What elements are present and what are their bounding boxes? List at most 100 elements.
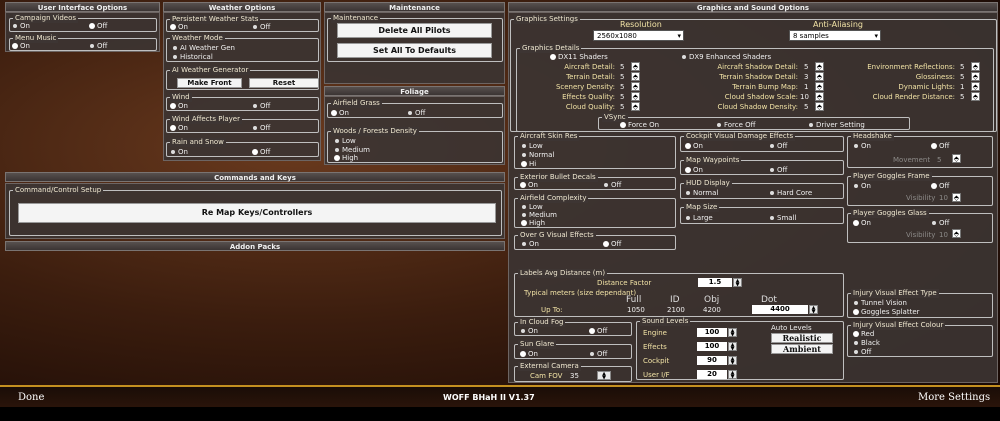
effects-volume-input[interactable]: 100: [697, 342, 727, 351]
injury-colour-red[interactable]: Red: [854, 330, 874, 338]
airfield-grass-on[interactable]: On: [332, 109, 349, 117]
env-reflections-adjust[interactable]: ⬘: [971, 62, 980, 71]
cloud-quality-adjust[interactable]: ⬘: [631, 102, 640, 111]
map-size-large[interactable]: Large: [686, 214, 713, 222]
engine-volume-spinner[interactable]: ▲ ▼: [728, 328, 737, 338]
exterior-decals-on[interactable]: On: [521, 181, 538, 189]
complexity-medium[interactable]: Medium: [522, 211, 557, 219]
complexity-high[interactable]: High: [522, 219, 545, 227]
aircraft-detail-adjust[interactable]: ⬘: [631, 62, 640, 71]
engine-volume-input[interactable]: 100: [697, 328, 727, 337]
woods-density-group: Woods / Forests Density Low Medium High: [327, 127, 503, 163]
wind-on[interactable]: On: [171, 102, 188, 110]
exterior-decals-off[interactable]: Off: [604, 181, 621, 189]
waypoints-off[interactable]: Off: [770, 166, 787, 174]
cockpit-damage-off[interactable]: Off: [770, 142, 787, 150]
glossiness-adjust[interactable]: ⬘: [971, 72, 980, 81]
injury-colour-off[interactable]: Off: [854, 348, 871, 356]
airfield-grass-off[interactable]: Off: [408, 109, 425, 117]
realistic-button[interactable]: Realistic: [771, 333, 833, 343]
weather-mode-historical[interactable]: Historical: [173, 53, 213, 61]
goggles-frame-visibility-adjust[interactable]: ⬘: [952, 193, 961, 202]
injury-colour-black[interactable]: Black: [854, 339, 880, 347]
skin-res-normal[interactable]: Normal: [522, 151, 554, 159]
user-if-volume-spinner[interactable]: ▲ ▼: [728, 370, 737, 380]
vsync-force-off[interactable]: Force Off: [717, 121, 756, 129]
ambient-button[interactable]: Ambient: [771, 344, 833, 354]
injury-goggles-splatter[interactable]: Goggles Splatter: [854, 308, 920, 316]
woods-low[interactable]: Low: [335, 137, 356, 145]
dot-distance-input[interactable]: 4400: [752, 305, 808, 314]
persistent-off[interactable]: Off: [253, 23, 270, 31]
dynamic-lights-adjust[interactable]: ⬘: [971, 82, 980, 91]
user-if-volume-input[interactable]: 20: [697, 370, 727, 379]
distance-factor-spinner[interactable]: ▲ ▼: [733, 278, 742, 288]
delete-all-pilots-button[interactable]: Delete All Pilots: [337, 23, 492, 38]
cockpit-volume-spinner[interactable]: ▲ ▼: [728, 356, 737, 366]
cloud-shadow-scale-adjust[interactable]: ⬘: [815, 92, 824, 101]
cam-fov-spinner[interactable]: ▲ ▼: [597, 371, 611, 381]
goggles-frame-on[interactable]: On: [854, 182, 871, 190]
menu-music-on[interactable]: On: [13, 42, 30, 50]
distance-factor-input[interactable]: 1.5: [698, 278, 732, 287]
rain-snow-on[interactable]: On: [171, 148, 188, 156]
overg-off[interactable]: Off: [604, 240, 621, 248]
hud-normal[interactable]: Normal: [686, 189, 718, 197]
effects-volume-spinner[interactable]: ▲ ▼: [728, 342, 737, 352]
aircraft-shadow-adjust[interactable]: ⬘: [815, 62, 824, 71]
map-size-small[interactable]: Small: [770, 214, 796, 222]
remap-keys-button[interactable]: Re Map Keys/Controllers: [18, 203, 496, 223]
scenery-density-adjust[interactable]: ⬘: [631, 82, 640, 91]
done-button[interactable]: Done: [18, 392, 44, 403]
cloud-fog-off[interactable]: Off: [590, 327, 607, 335]
cockpit-damage-on[interactable]: On: [686, 142, 703, 150]
cloud-shadow-density-adjust[interactable]: ⬘: [815, 102, 824, 111]
dot-distance-spinner[interactable]: ▲ ▼: [809, 305, 818, 315]
vsync-force-on[interactable]: Force On: [621, 121, 659, 129]
waypoints-on[interactable]: On: [686, 166, 703, 174]
weather-mode-ai[interactable]: AI Weather Gen: [173, 44, 235, 52]
goggles-glass-off[interactable]: Off: [932, 219, 949, 227]
skin-res-low[interactable]: Low: [522, 142, 543, 150]
cloud-render-distance-adjust[interactable]: ⬘: [971, 92, 980, 101]
headshake-on[interactable]: On: [854, 142, 871, 150]
wind-off[interactable]: Off: [253, 102, 270, 110]
hud-hard-core[interactable]: Hard Core: [770, 189, 812, 197]
sun-glare-off[interactable]: Off: [590, 350, 607, 358]
wind-affects-off[interactable]: Off: [253, 124, 270, 132]
anti-aliasing-select[interactable]: 8 samples: [789, 30, 881, 41]
glossiness-value: 5: [960, 73, 965, 81]
set-all-defaults-button[interactable]: Set All To Defaults: [337, 43, 492, 58]
reset-button[interactable]: Reset: [249, 78, 319, 88]
injury-tunnel-vision[interactable]: Tunnel Vision: [854, 299, 907, 307]
vsync-driver-setting[interactable]: Driver Setting: [809, 121, 865, 129]
effects-quality-adjust[interactable]: ⬘: [631, 92, 640, 101]
woods-medium[interactable]: Medium: [335, 146, 370, 154]
rain-snow-off[interactable]: Off: [253, 148, 270, 156]
cloud-fog-on[interactable]: On: [521, 327, 538, 335]
sun-glare-on[interactable]: On: [521, 350, 538, 358]
persistent-on[interactable]: On: [171, 23, 188, 31]
dx11-shaders-radio[interactable]: DX11 Shaders: [551, 53, 608, 61]
dx9-shaders-radio[interactable]: DX9 Enhanced Shaders: [682, 53, 771, 61]
goggles-frame-off[interactable]: Off: [932, 182, 949, 190]
woods-high[interactable]: High: [335, 154, 358, 162]
headshake-off[interactable]: Off: [932, 142, 949, 150]
complexity-low[interactable]: Low: [522, 203, 543, 211]
cockpit-volume-input[interactable]: 90: [697, 356, 727, 365]
campaign-videos-on[interactable]: On: [13, 22, 30, 30]
movement-adjust[interactable]: ⬘: [952, 154, 961, 163]
terrain-bump-adjust[interactable]: ⬘: [815, 82, 824, 91]
campaign-videos-off[interactable]: Off: [90, 22, 107, 30]
more-settings-button[interactable]: More Settings: [918, 392, 990, 403]
terrain-detail-adjust[interactable]: ⬘: [631, 72, 640, 81]
menu-music-off[interactable]: Off: [90, 42, 107, 50]
goggles-glass-on[interactable]: On: [854, 219, 871, 227]
terrain-shadow-adjust[interactable]: ⬘: [815, 72, 824, 81]
make-front-button[interactable]: Make Front: [177, 78, 242, 88]
goggles-glass-visibility-adjust[interactable]: ⬘: [952, 229, 961, 238]
skin-res-hi[interactable]: Hi: [522, 160, 536, 168]
wind-affects-on[interactable]: On: [171, 124, 188, 132]
resolution-select[interactable]: 2560x1080: [593, 30, 684, 41]
overg-on[interactable]: On: [522, 240, 539, 248]
